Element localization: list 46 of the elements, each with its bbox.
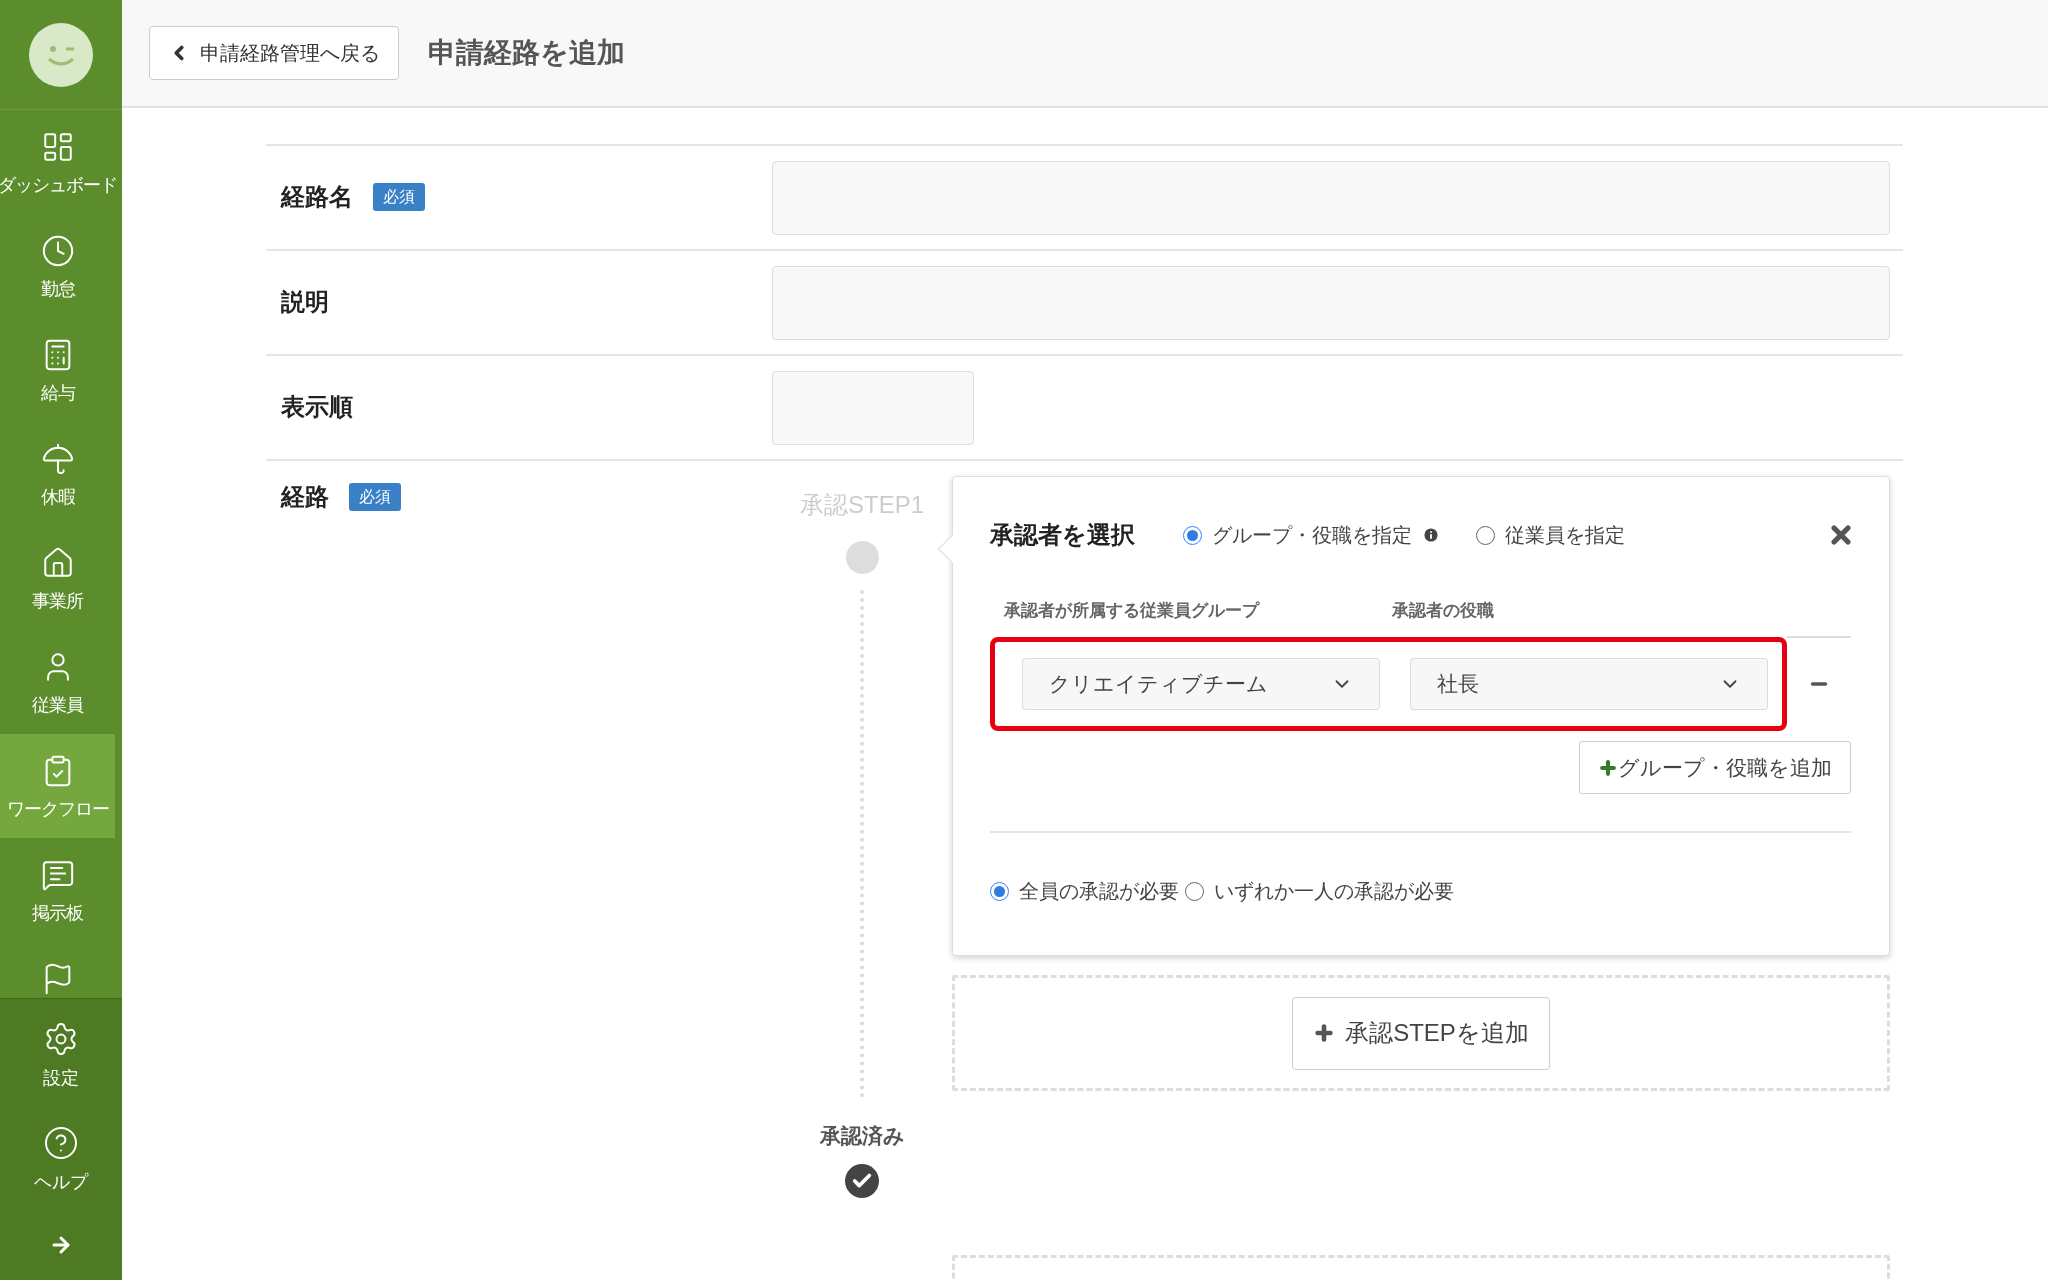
clock-icon <box>40 234 75 268</box>
sidebar-item[interactable]: ワークフロー <box>0 734 115 838</box>
sidebar-item[interactable]: 従業員 <box>0 630 115 734</box>
sidebar-item[interactable]: ヘルプ <box>0 1117 122 1221</box>
radio-label[interactable]: 従業員を指定 <box>1505 520 1625 550</box>
sidebar-item[interactable]: 給与 <box>0 318 115 422</box>
radio-label[interactable]: いずれか一人の承認が必要 <box>1214 876 1454 906</box>
umbrella-icon <box>40 442 75 476</box>
column-header: 承認者の役職 <box>1392 600 1494 623</box>
radio-label[interactable]: 全員の承認が必要 <box>1019 876 1179 906</box>
sidebar-item[interactable]: 休暇 <box>0 422 115 526</box>
sidebar-item[interactable]: 掲示板 <box>0 838 115 942</box>
plus-icon <box>1313 1022 1336 1044</box>
info-icon[interactable] <box>1422 526 1440 544</box>
sidebar-item[interactable]: ダッシュボード <box>0 110 115 214</box>
field-label: 表示順 <box>281 392 353 422</box>
step-node <box>845 541 879 574</box>
sidebar-item[interactable]: 勤怠 <box>0 214 115 318</box>
add-group-button[interactable]: グループ・役職を追加 <box>1579 741 1851 794</box>
chat-icon <box>40 858 75 892</box>
field-label: 経路名 <box>281 182 353 212</box>
add-step-button[interactable]: 承認STEPを追加 <box>1292 996 1550 1070</box>
sidebar-item[interactable]: 設定 <box>0 1013 122 1117</box>
text-field[interactable] <box>772 161 1890 235</box>
text-field[interactable] <box>772 266 1890 340</box>
column-header: 承認者が所属する従業員グループ <box>1004 600 1261 623</box>
group-select[interactable]: クリエイティブチーム <box>1022 658 1380 710</box>
help-icon <box>43 1125 79 1161</box>
smiley-logo-icon[interactable] <box>29 22 93 87</box>
done-label: 承認済み <box>819 1123 905 1149</box>
position-select[interactable]: 社長 <box>1410 658 1768 710</box>
required-badge: 必須 <box>373 183 425 211</box>
back-button[interactable]: 申請経路管理へ戻る <box>149 26 399 80</box>
radio-button[interactable] <box>1183 525 1202 545</box>
radio-button[interactable] <box>990 881 1009 901</box>
sidebar-item[interactable]: 事業所 <box>0 526 115 630</box>
plus-icon <box>1598 757 1618 778</box>
required-badge: 必須 <box>349 483 401 511</box>
radio-button[interactable] <box>1185 881 1204 901</box>
field-label: 説明 <box>281 287 329 317</box>
popup-title: 承認者を選択 <box>990 520 1135 550</box>
radio-label[interactable]: グループ・役職を指定 <box>1212 520 1412 550</box>
text-field[interactable] <box>772 371 974 445</box>
field-label: 経路 <box>281 482 329 512</box>
page-title: 申請経路を追加 <box>428 36 625 70</box>
radio-button[interactable] <box>1476 525 1495 545</box>
